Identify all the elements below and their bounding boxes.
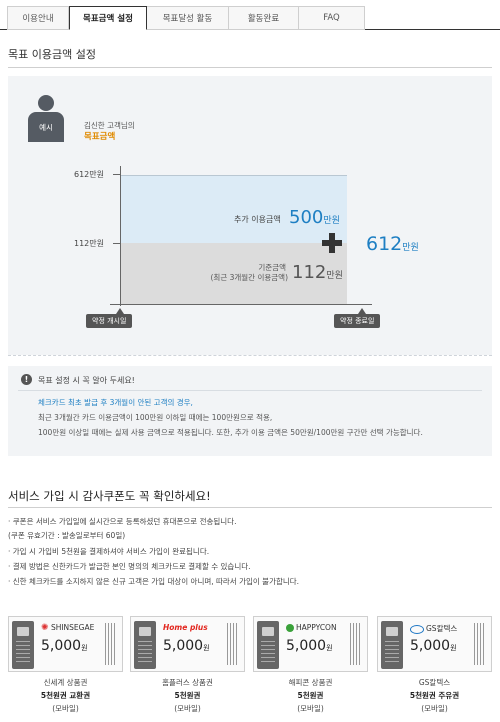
coupon-amount: 5,000원 [41,638,88,654]
shinsegae-logo: ✺ SHINSEGAE [41,623,95,633]
coupon-amount: 5,000원 [163,638,210,654]
coupon-card[interactable]: HAPPYCON 5,000원 [253,616,368,672]
base-value-number: 112 [292,262,327,283]
tick-top [113,174,121,175]
added-value-number: 500 [289,207,324,228]
homeplus-logo: Home plus [163,623,208,632]
example-avatar: 예시 [28,95,64,143]
added-value-unit: 만원 [323,216,340,226]
tab-activity-complete[interactable]: 활동완료 [229,6,299,30]
x-axis [110,304,372,305]
total-amount-value: 612만원 [366,233,419,255]
tab-goal-setting[interactable]: 목표금액 설정 [69,6,147,30]
notice-line: 100만원 이상일 때에는 실제 사용 금액으로 적용됩니다. 또한, 추가 이… [38,428,423,437]
coupon-amount: 5,000원 [410,638,457,654]
card-icon [257,621,279,669]
bullet-item: · 결제 방법은 신한카드가 발급한 본인 명의의 체크카드로 결제할 수 있습… [8,562,251,571]
card-icon [381,621,403,669]
y-axis [120,166,121,306]
avatar-head-icon [38,95,54,111]
tick-label-bottom: 112만원 [74,239,104,248]
goal-label: 목표금액 [84,132,116,142]
coupon-card[interactable]: GS칼텍스 5,000원 [377,616,492,672]
coupon-caption: GS칼텍스 5천원권 주유권 (모바일) [409,678,460,713]
gs-caltex-logo: GS칼텍스 [410,623,457,634]
tab-guide[interactable]: 이용안내 [7,6,69,30]
coupon-card[interactable]: ✺ SHINSEGAE 5,000원 [8,616,123,672]
start-date-label: 약정 개시일 [86,314,133,328]
coupon-amount: 5,000원 [286,638,333,654]
coupon-caption: 신세계 상품권 5천원권 교환권 (모바일) [40,678,91,713]
bullet-item: (쿠폰 유효기간 : 발송일로부터 60일) [8,531,126,540]
added-amount-value: 500만원 [289,207,340,228]
tab-goal-activity[interactable]: 목표달성 활동 [147,6,229,30]
coupon-caption: 해피콘 상품권 5천원권 (모바일) [288,678,333,713]
divider [8,355,492,356]
card-icon [12,621,34,669]
card-icon [134,621,156,669]
barcode-icon [474,623,486,665]
bullet-item: · 가입 시 가입비 5천원을 결제하셔야 서비스 가입이 완료됩니다. [8,547,210,556]
section-title: 목표 이용금액 설정 [8,48,96,61]
barcode-icon [350,623,362,665]
tick-bottom [113,243,121,244]
bullet-item: · 쿠폰은 서비스 가입일에 실시간으로 등록하셨던 휴대폰으로 전송됩니다. [8,517,237,526]
base-amount-sub: (최근 3개월간 이용금액) [210,273,289,282]
total-value-unit: 만원 [402,243,419,253]
barcode-icon [227,623,239,665]
coupon-caption: 홈플러스 상품권 5천원권 (모바일) [162,678,213,713]
happycon-logo: HAPPYCON [286,623,337,632]
barcode-icon [105,623,117,665]
tab-faq[interactable]: FAQ [299,6,365,30]
total-value-number: 612 [366,233,403,255]
divider [18,390,482,391]
notice-title: 목표 설정 시 꼭 알아 두세요! [38,376,135,385]
added-amount-label: 추가 이용금액 [234,215,281,224]
coupon-section-title: 서비스 가입 시 감사쿠폰도 꼭 확인하세요! [8,489,211,503]
notice-line: 최근 3개월간 카드 이용금액이 100만원 이하일 때에는 100만원으로 적… [38,413,273,422]
base-amount-value: 112만원 [292,262,343,283]
avatar-label: 예시 [28,112,64,142]
bullet-item: · 신한 체크카드를 소지하지 않은 신규 고객은 가입 대상이 아니며, 따라… [8,577,300,586]
top-line [121,175,347,176]
tab-bar: 이용안내 목표금액 설정 목표달성 활동 활동완료 FAQ [7,6,365,30]
tick-label-top: 612만원 [74,170,104,179]
coupon-card[interactable]: Home plus 5,000원 [130,616,245,672]
plus-icon-vertical [329,233,335,253]
divider [8,67,492,68]
divider [8,507,492,508]
exclamation-icon: ! [21,374,32,385]
base-value-unit: 만원 [326,271,343,281]
notice-line: 체크카드 최초 발급 후 3개월이 안된 고객의 경우, [38,398,193,407]
end-date-label: 약정 종료일 [334,314,381,328]
